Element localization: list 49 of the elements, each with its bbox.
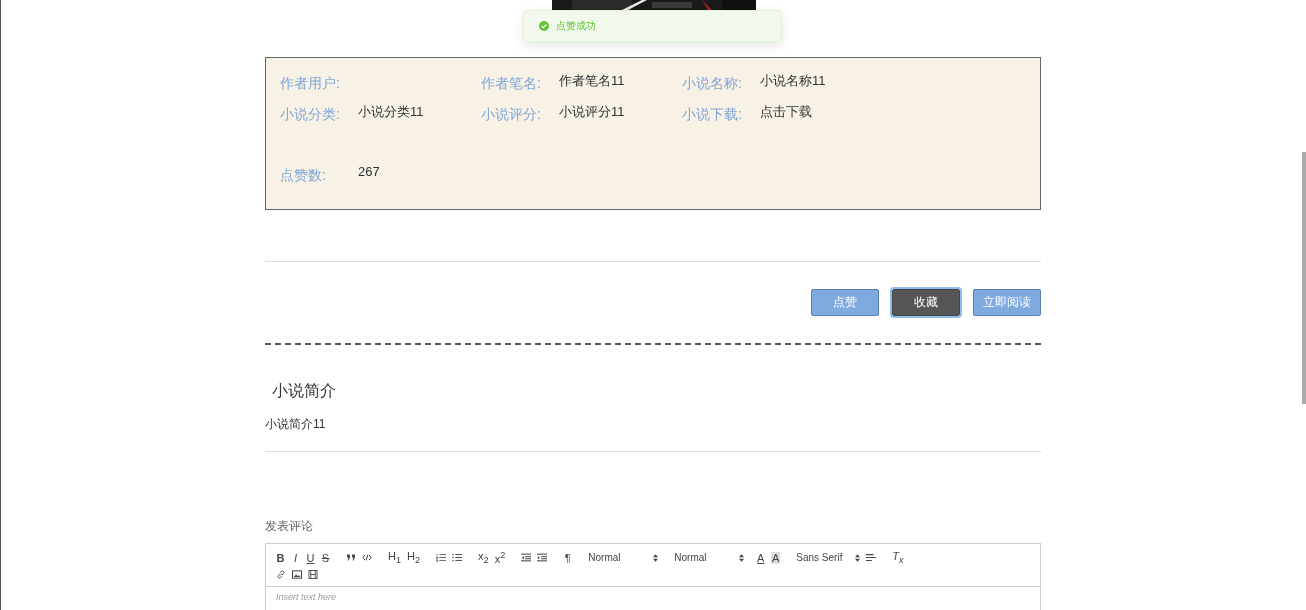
action-button[interactable]: 收藏 [892, 289, 960, 316]
strike-button[interactable]: S [321, 551, 330, 564]
heading-two-button[interactable]: H$_{2}$ [407, 549, 421, 566]
field-label: 小说分类: [280, 105, 341, 124]
updown-icon [855, 553, 861, 562]
align-icon[interactable] [866, 553, 877, 562]
toast-message: 点赞成功 [556, 19, 596, 33]
updown-icon [739, 553, 745, 562]
field-label: 作者用户: [280, 74, 341, 93]
field-label: 小说名称: [682, 74, 743, 93]
section-heading: 小说简介 [272, 381, 337, 401]
field-value: 作者笔名11 [559, 72, 625, 90]
heading-one-button[interactable]: H$_{1}$ [388, 549, 402, 566]
video-icon[interactable] [308, 570, 318, 579]
superscript-button[interactable]: x$^{2}$ [494, 550, 506, 565]
text-color-button[interactable]: A [756, 551, 766, 564]
size-select[interactable]: Normal [588, 552, 659, 563]
background-color-button[interactable]: A [771, 551, 781, 564]
placeholder-text: Insert text here [276, 592, 337, 602]
field-value: 267 [358, 164, 380, 179]
field-value: 点击下载 [760, 103, 812, 121]
header-select[interactable]: Normal [674, 552, 745, 563]
link-icon[interactable] [276, 570, 286, 579]
updown-icon [653, 553, 659, 562]
bullet-list-icon[interactable] [452, 553, 463, 562]
field-value: 小说分类11 [358, 103, 424, 121]
font-select[interactable]: Sans Serif [796, 552, 861, 563]
indent-icon[interactable] [537, 553, 548, 562]
numbered-list-icon[interactable] [436, 553, 447, 562]
image-icon[interactable] [292, 570, 302, 579]
underline-button[interactable]: U [306, 551, 315, 564]
quote-icon[interactable] [346, 553, 356, 562]
field-label: 小说下载: [682, 105, 743, 124]
scrollbar[interactable] [1302, 152, 1306, 404]
italic-button[interactable]: I [291, 551, 300, 564]
text-direction-button[interactable]: ¶ [563, 551, 573, 564]
field-value: 小说评分11 [559, 103, 625, 121]
clear-format-button[interactable]: T$_{x}$ [892, 549, 904, 566]
code-icon[interactable] [362, 553, 372, 562]
bold-button[interactable]: B [276, 551, 285, 564]
field-value: 小说名称11 [760, 72, 826, 90]
subscript-button[interactable]: x$_{2}$ [478, 549, 489, 566]
field-label: 作者笔名: [481, 74, 542, 93]
comment-label: 发表评论 [265, 518, 314, 535]
field-label: 点赞数: [280, 166, 327, 185]
outdent-icon[interactable] [521, 553, 532, 562]
intro-text: 小说简介11 [265, 416, 327, 433]
check-circle-icon [539, 21, 549, 31]
field-label: 小说评分: [481, 105, 542, 124]
